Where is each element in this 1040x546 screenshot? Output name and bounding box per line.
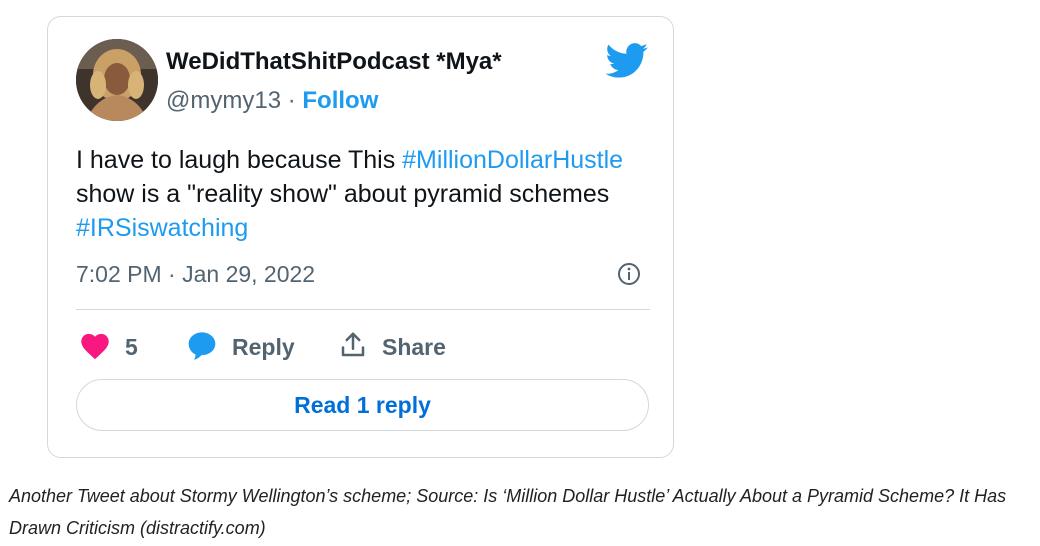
tweet-text-part: show is a "reality show" about pyramid s… [76, 180, 610, 208]
share-button[interactable]: Share [338, 327, 446, 367]
tweet-text: I have to laugh because This #MillionDol… [76, 143, 636, 245]
share-label: Share [382, 333, 446, 360]
image-caption: Another Tweet about Stormy Wellington’s … [9, 486, 1007, 538]
speech-bubble-icon [186, 329, 218, 366]
action-bar: 5 Reply Share [76, 327, 650, 367]
like-button[interactable]: 5 [79, 327, 138, 367]
twitter-bird-icon[interactable] [605, 43, 649, 79]
hashtag-link[interactable]: #IRSiswatching [76, 214, 248, 242]
read-replies-button[interactable]: Read 1 reply [76, 379, 649, 431]
tweet-text-part: I have to laugh because This [76, 146, 403, 174]
reply-button[interactable]: Reply [186, 327, 295, 367]
handle-row: @mymy13 · Follow [166, 87, 378, 115]
follow-button[interactable]: Follow [302, 87, 378, 114]
user-handle[interactable]: @mymy13 [166, 87, 281, 114]
tweet-card[interactable]: WeDidThatShitPodcast *Mya* @mymy13 · Fol… [47, 16, 674, 458]
share-upload-icon [338, 330, 368, 365]
tweet-timestamp[interactable]: 7:02 PM · Jan 29, 2022 [76, 261, 315, 288]
display-name[interactable]: WeDidThatShitPodcast *Mya* [166, 48, 502, 76]
heart-icon [79, 330, 111, 365]
hashtag-link[interactable]: #MillionDollarHustle [402, 146, 623, 174]
avatar[interactable] [76, 39, 158, 121]
like-count: 5 [125, 333, 138, 360]
separator-dot: · [281, 87, 303, 114]
info-icon[interactable] [617, 262, 641, 286]
reply-label: Reply [232, 333, 295, 360]
divider [76, 309, 650, 310]
